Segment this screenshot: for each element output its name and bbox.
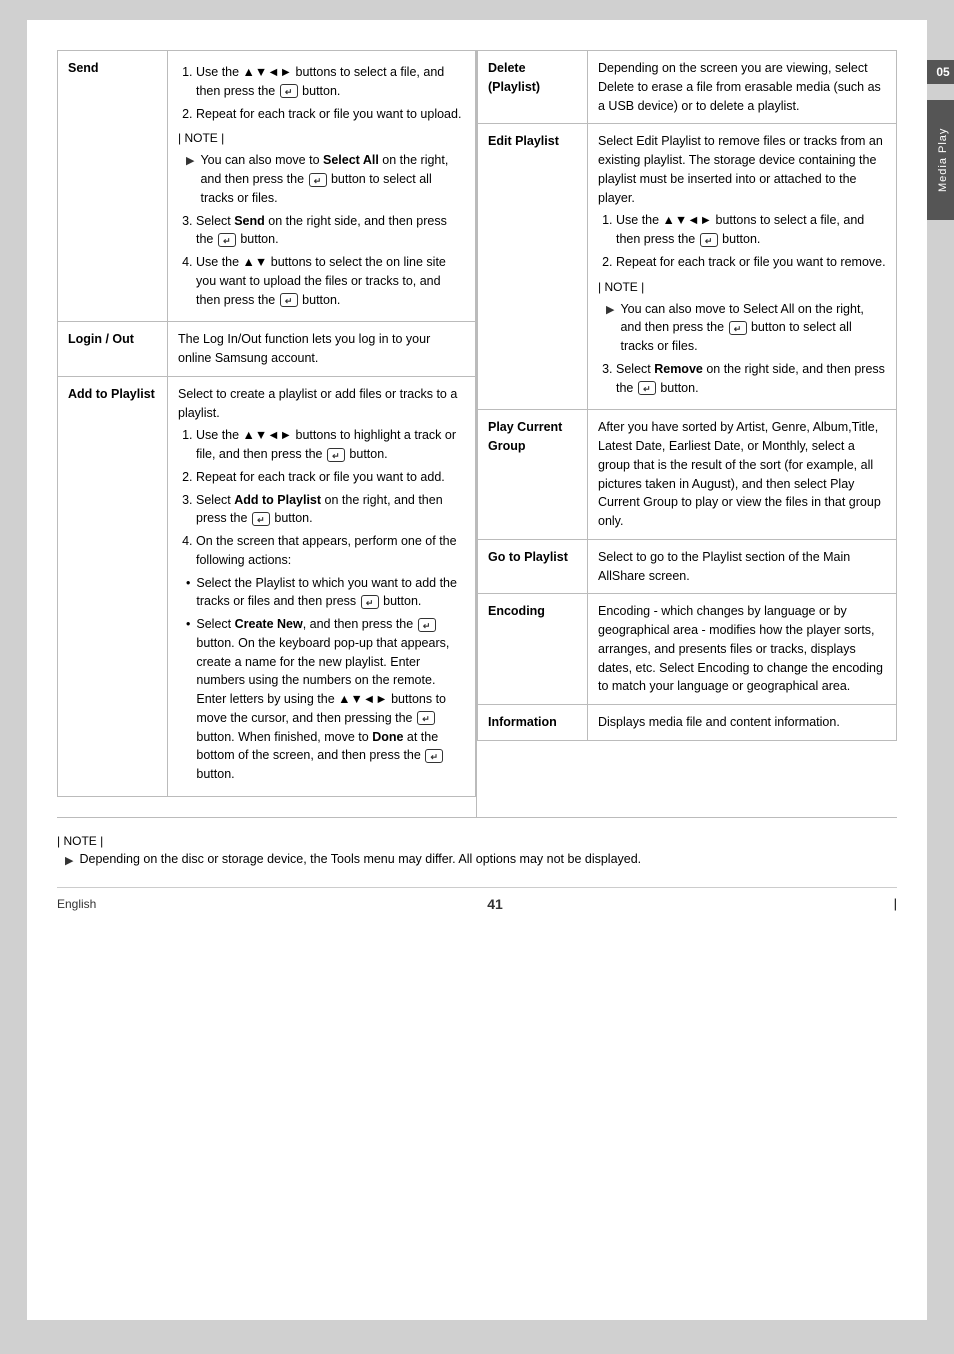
bullet-arrow-icon: ▶ <box>186 153 194 170</box>
edit-playlist-intro: Select Edit Playlist to remove files or … <box>598 132 886 207</box>
bottom-note-text: Depending on the disc or storage device,… <box>79 852 641 866</box>
note-item: ▶ You can also move to Select All on the… <box>606 300 886 356</box>
bottom-note: | NOTE | ▶ Depending on the disc or stor… <box>57 817 897 867</box>
add-playlist-label: Add to Playlist <box>58 376 168 796</box>
add-playlist-bullets: Select the Playlist to which you want to… <box>178 574 465 784</box>
enter-icon: ↵ <box>327 448 345 462</box>
add-playlist-intro: Select to create a playlist or add files… <box>178 385 465 423</box>
list-item: Select Send on the right side, and then … <box>196 212 465 250</box>
list-item: Select Add to Playlist on the right, and… <box>196 491 465 529</box>
list-item: Repeat for each track or file you want t… <box>196 468 465 487</box>
table-row: Encoding Encoding - which changes by lan… <box>478 594 897 705</box>
bottom-note-header: | NOTE | <box>57 834 897 848</box>
bullet-arrow-icon: ▶ <box>606 302 614 319</box>
list-item: Use the ▲▼◄► buttons to select a file, a… <box>616 211 886 249</box>
list-item: On the screen that appears, perform one … <box>196 532 465 570</box>
note-text: You can also move to Select All on the r… <box>200 151 465 207</box>
list-item: Select the Playlist to which you want to… <box>186 574 465 612</box>
bullet-text: Select Create New, and then press the ↵ … <box>196 615 465 784</box>
login-out-content: The Log In/Out function lets you log in … <box>168 322 476 377</box>
list-item: Repeat for each track or file you want t… <box>616 253 886 272</box>
left-table: Send Use the ▲▼◄► buttons to select a fi… <box>57 50 476 797</box>
left-column: Send Use the ▲▼◄► buttons to select a fi… <box>57 50 477 817</box>
enter-icon: ↵ <box>361 595 379 609</box>
edit-playlist-steps-2: Select Remove on the right side, and the… <box>598 360 886 398</box>
bottom-note-item: ▶ Depending on the disc or storage devic… <box>65 852 897 867</box>
table-row: Go to Playlist Select to go to the Playl… <box>478 539 897 594</box>
footer-pipe: | <box>894 896 897 911</box>
add-playlist-content: Select to create a playlist or add files… <box>168 376 476 796</box>
go-to-playlist-content: Select to go to the Playlist section of … <box>588 539 897 594</box>
list-item: Repeat for each track or file you want t… <box>196 105 465 124</box>
edit-playlist-content: Select Edit Playlist to remove files or … <box>588 124 897 410</box>
chapter-number: 05 <box>927 60 954 84</box>
enter-icon: ↵ <box>425 749 443 763</box>
enter-icon: ↵ <box>280 84 298 98</box>
send-steps-1: Use the ▲▼◄► buttons to select a file, a… <box>178 63 465 123</box>
send-steps-2: Select Send on the right side, and then … <box>178 212 465 310</box>
send-content: Use the ▲▼◄► buttons to select a file, a… <box>168 51 476 322</box>
enter-icon: ↵ <box>417 711 435 725</box>
enter-icon: ↵ <box>638 381 656 395</box>
encoding-content: Encoding - which changes by language or … <box>588 594 897 705</box>
edit-playlist-steps: Use the ▲▼◄► buttons to select a file, a… <box>598 211 886 271</box>
enter-icon: ↵ <box>700 233 718 247</box>
table-row: Add to Playlist Select to create a playl… <box>58 376 476 796</box>
enter-icon: ↵ <box>218 233 236 247</box>
edit-playlist-label: Edit Playlist <box>478 124 588 410</box>
table-row: Information Displays media file and cont… <box>478 705 897 741</box>
encoding-label: Encoding <box>478 594 588 705</box>
table-row: Login / Out The Log In/Out function lets… <box>58 322 476 377</box>
table-row: Delete (Playlist) Depending on the scree… <box>478 51 897 124</box>
enter-icon: ↵ <box>309 173 327 187</box>
right-table: Delete (Playlist) Depending on the scree… <box>477 50 897 741</box>
delete-playlist-content: Depending on the screen you are viewing,… <box>588 51 897 124</box>
bullet-arrow-icon: ▶ <box>65 854 73 867</box>
list-item: Use the ▲▼◄► buttons to highlight a trac… <box>196 426 465 464</box>
list-item: Use the ▲▼◄► buttons to select a file, a… <box>196 63 465 101</box>
note-header: | NOTE | <box>598 278 886 296</box>
note-text: You can also move to Select All on the r… <box>620 300 886 356</box>
chapter-label: Media Play <box>927 100 954 220</box>
add-playlist-steps: Use the ▲▼◄► buttons to highlight a trac… <box>178 426 465 569</box>
go-to-playlist-label: Go to Playlist <box>478 539 588 594</box>
note-header: | NOTE | <box>178 129 465 147</box>
enter-icon: ↵ <box>729 321 747 335</box>
table-row: Send Use the ▲▼◄► buttons to select a fi… <box>58 51 476 322</box>
play-current-group-content: After you have sorted by Artist, Genre, … <box>588 410 897 540</box>
list-item: Select Remove on the right side, and the… <box>616 360 886 398</box>
enter-icon: ↵ <box>280 293 298 307</box>
delete-playlist-label: Delete (Playlist) <box>478 51 588 124</box>
note-item: ▶ You can also move to Select All on the… <box>186 151 465 207</box>
right-column: Delete (Playlist) Depending on the scree… <box>477 50 897 817</box>
play-current-group-label: Play Current Group <box>478 410 588 540</box>
footer-page-number: 41 <box>487 896 503 912</box>
information-label: Information <box>478 705 588 741</box>
bullet-text: Select the Playlist to which you want to… <box>196 574 465 612</box>
table-row: Play Current Group After you have sorted… <box>478 410 897 540</box>
list-item: Use the ▲▼ buttons to select the on line… <box>196 253 465 309</box>
main-content: Send Use the ▲▼◄► buttons to select a fi… <box>57 50 897 817</box>
enter-icon: ↵ <box>252 512 270 526</box>
footer: English 41 | <box>57 887 897 912</box>
enter-icon: ↵ <box>418 618 436 632</box>
table-row: Edit Playlist Select Edit Playlist to re… <box>478 124 897 410</box>
footer-language: English <box>57 897 96 911</box>
page-container: 05 Media Play Send Use the ▲▼◄► buttons … <box>27 20 927 1320</box>
list-item: Select Create New, and then press the ↵ … <box>186 615 465 784</box>
login-out-label: Login / Out <box>58 322 168 377</box>
send-label: Send <box>58 51 168 322</box>
information-content: Displays media file and content informat… <box>588 705 897 741</box>
